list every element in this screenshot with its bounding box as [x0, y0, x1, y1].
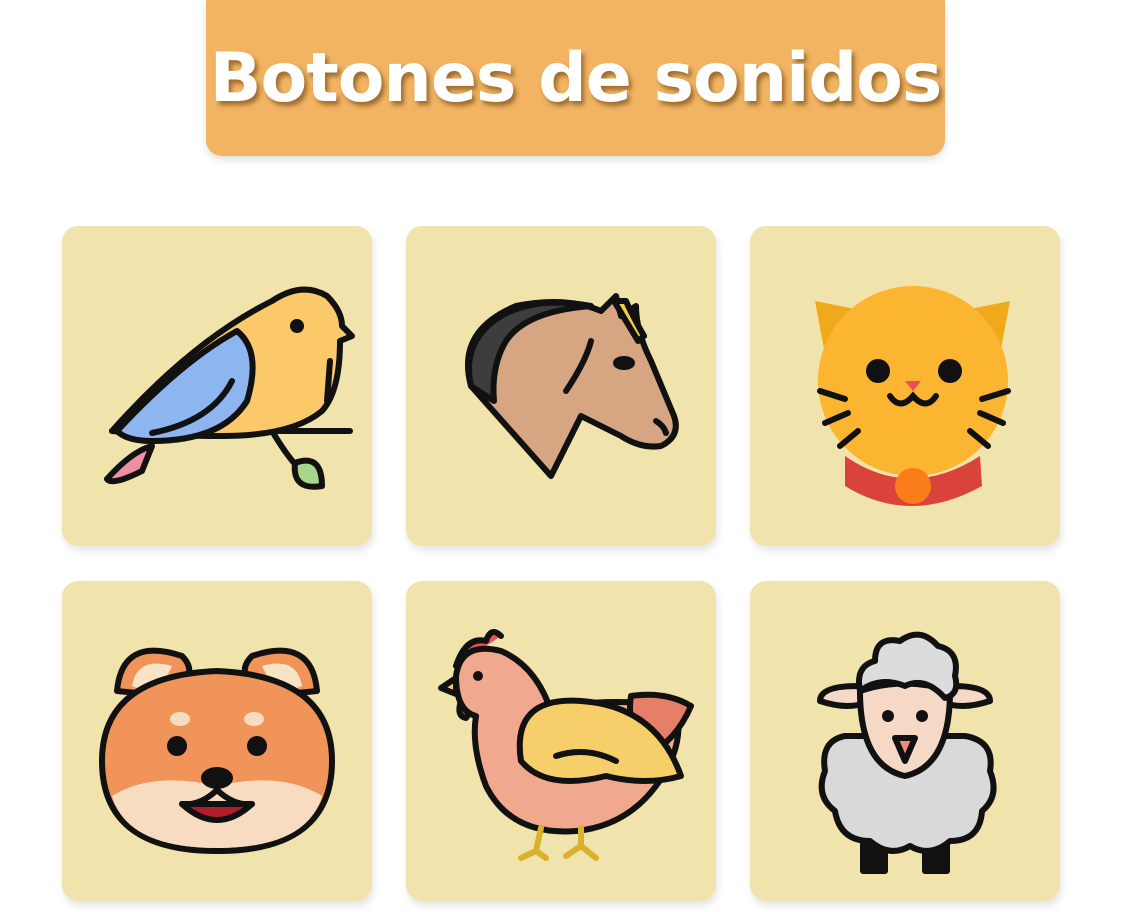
cat-icon — [815, 286, 1011, 506]
sheep-icon — [817, 631, 997, 874]
dog-icon — [99, 647, 335, 854]
horse-sound-button[interactable] — [406, 226, 716, 546]
page-title: Botones de sonidos — [209, 38, 943, 118]
dog-sound-button[interactable] — [62, 581, 372, 901]
cat-sound-button[interactable] — [750, 226, 1060, 546]
title-banner: Botones de sonidos — [206, 0, 945, 156]
bird-sound-button[interactable] — [62, 226, 372, 546]
chicken-sound-button[interactable] — [406, 581, 716, 901]
horse-icon — [465, 293, 679, 479]
chicken-icon — [438, 629, 694, 861]
sheep-sound-button[interactable] — [750, 581, 1060, 901]
bird-icon — [104, 286, 355, 490]
